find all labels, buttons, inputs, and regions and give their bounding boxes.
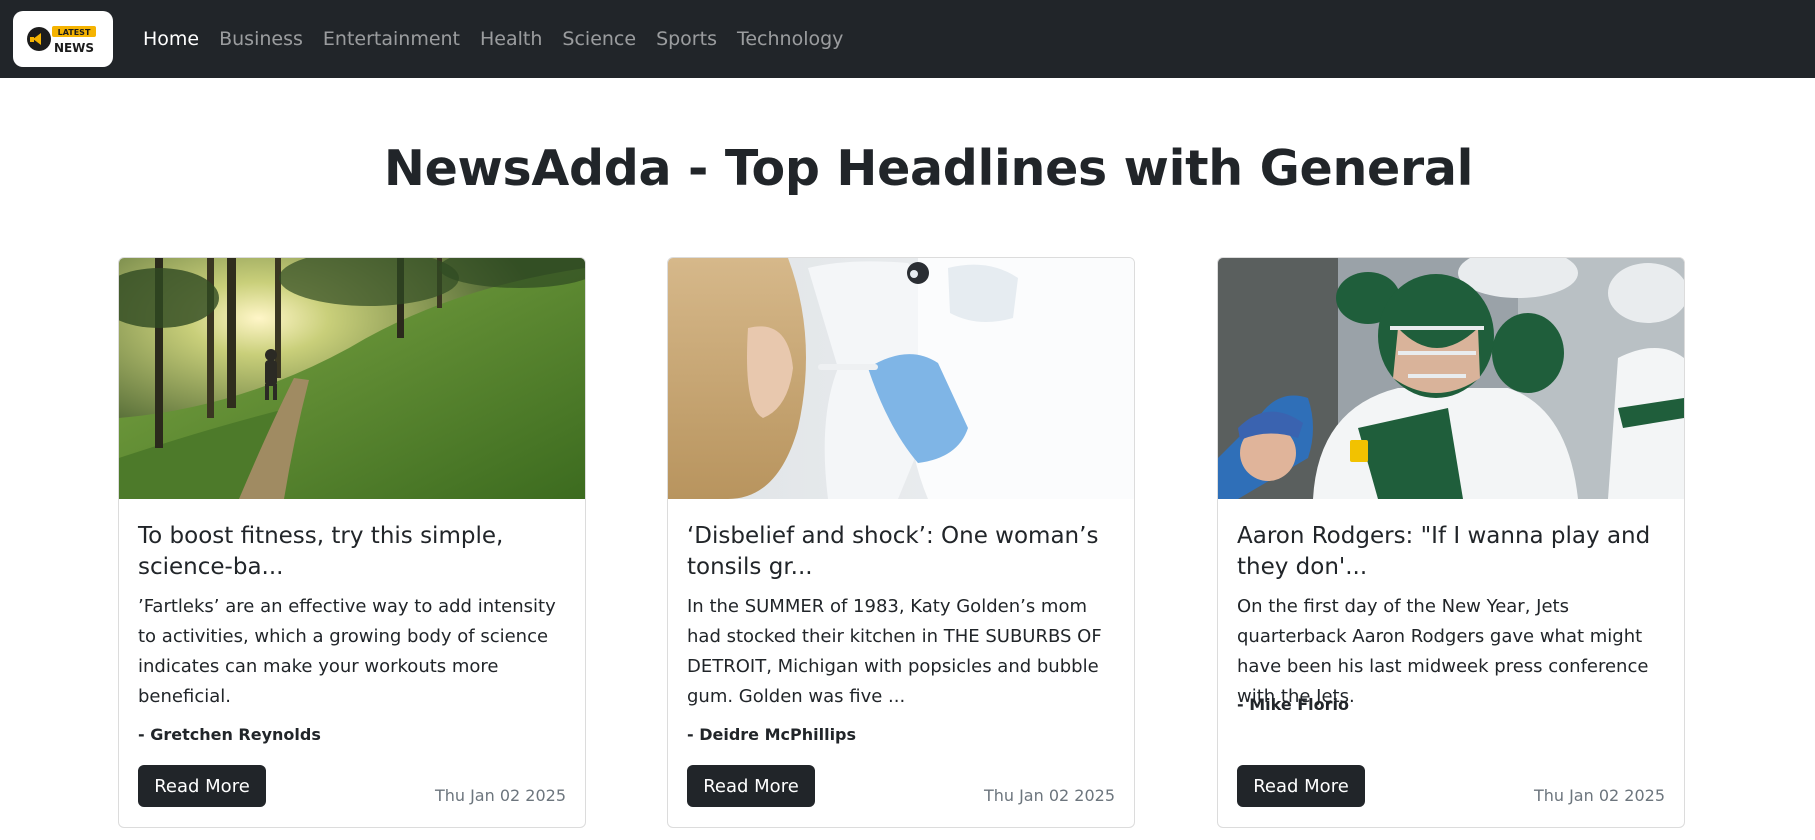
- card-date: Thu Jan 02 2025: [983, 786, 1115, 805]
- brand-logo-link[interactable]: LATEST NEWS: [13, 11, 113, 67]
- card-description: On the first day of the New Year, Jets q…: [1237, 596, 1649, 707]
- doctor-throat-exam-image[interactable]: [668, 258, 1134, 499]
- nav-item-technology[interactable]: Technology: [737, 28, 843, 50]
- football-player-helmet-image[interactable]: [1218, 258, 1684, 499]
- nav-item-entertainment[interactable]: Entertainment: [323, 28, 460, 50]
- card-title: To boost fitness, try this simple, scien…: [138, 523, 504, 580]
- nav-item-home[interactable]: Home: [143, 28, 199, 50]
- card-date: Thu Jan 02 2025: [1533, 786, 1665, 805]
- read-more-button[interactable]: Read More: [138, 765, 266, 807]
- card-description: In the SUMMER of 1983, Katy Golden’s mom…: [687, 596, 1102, 707]
- card-title: Aaron Rodgers: "If I wanna play and they…: [1237, 523, 1651, 580]
- logo-text-latest: LATEST: [58, 28, 91, 37]
- news-card: ‘Disbelief and shock’: One woman’s tonsi…: [667, 257, 1135, 828]
- nav-links: Home Business Entertainment Health Scien…: [143, 0, 863, 78]
- logo-text-news: NEWS: [54, 41, 94, 55]
- news-card: Aaron Rodgers: "If I wanna play and they…: [1217, 257, 1685, 828]
- read-more-button[interactable]: Read More: [687, 765, 815, 807]
- nav-item-health[interactable]: Health: [480, 28, 542, 50]
- nav-item-sports[interactable]: Sports: [656, 28, 717, 50]
- read-more-button[interactable]: Read More: [1237, 765, 1365, 807]
- top-navbar: LATEST NEWS Home Business Entertainment …: [0, 0, 1815, 78]
- forest-trail-runner-image[interactable]: [119, 258, 585, 499]
- card-author: - Mike Florio: [1237, 695, 1350, 714]
- card-author: - Deidre McPhillips: [687, 725, 857, 744]
- card-date: Thu Jan 02 2025: [434, 786, 566, 805]
- card-title: ‘Disbelief and shock’: One woman’s tonsi…: [687, 523, 1099, 580]
- card-author: - Gretchen Reynolds: [138, 725, 321, 744]
- card-description: ’Fartleks’ are an effective way to add i…: [138, 596, 556, 707]
- nav-item-business[interactable]: Business: [219, 28, 303, 50]
- nav-item-science[interactable]: Science: [562, 28, 636, 50]
- news-card: To boost fitness, try this simple, scien…: [118, 257, 586, 828]
- page-title: NewsAdda - Top Headlines with General: [383, 140, 1474, 197]
- megaphone-logo-icon: LATEST NEWS: [27, 26, 96, 55]
